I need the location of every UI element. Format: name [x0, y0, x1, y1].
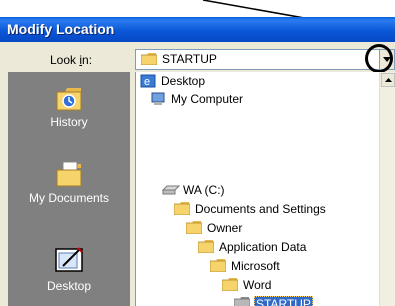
folder-icon — [186, 221, 202, 234]
tree-item-label: My Computer — [171, 92, 244, 106]
modify-location-dialog: Modify Location Look in: STARTUP History — [0, 17, 395, 306]
desktop-icon — [55, 247, 83, 272]
folder-icon — [210, 259, 226, 272]
tree-item-label: Word — [243, 278, 272, 292]
desktop-icon: e — [140, 74, 156, 88]
places-desktop-label: Desktop — [46, 279, 92, 293]
places-history-label: History — [50, 115, 88, 129]
tree-item-label: Application Data — [219, 240, 307, 254]
places-history[interactable]: History — [8, 82, 130, 129]
my-computer-icon — [151, 92, 165, 105]
vertical-scrollbar[interactable] — [379, 72, 395, 306]
tree-item-label: STARTUP — [254, 296, 313, 306]
dialog-title: Modify Location — [7, 21, 115, 37]
tree-item-label: Microsoft — [231, 259, 280, 273]
tree-item-label: WA (C:) — [183, 183, 225, 197]
tree-item-label: Owner — [207, 221, 243, 235]
chevron-up-icon — [385, 78, 392, 82]
places-my-documents-label: My Documents — [28, 191, 110, 205]
folder-icon — [174, 202, 190, 215]
look-in-combo[interactable]: STARTUP — [135, 49, 381, 70]
folder-icon — [141, 53, 157, 65]
title-bar: Modify Location — [0, 17, 395, 42]
svg-text:e: e — [144, 76, 150, 88]
look-in-value: STARTUP — [162, 52, 217, 66]
scroll-up-button[interactable] — [381, 73, 395, 87]
my-documents-icon — [56, 161, 82, 187]
folder-icon — [222, 278, 238, 291]
places-bar: History My Documents Desktop — [8, 72, 130, 306]
places-desktop[interactable]: Desktop — [8, 246, 130, 293]
places-my-documents[interactable]: My Documents — [8, 158, 130, 205]
history-icon — [56, 88, 82, 111]
drive-icon — [162, 185, 180, 195]
folder-tree: e Desktop My Computer WA (C:) Documents … — [135, 72, 380, 306]
annotation-circle — [365, 44, 393, 73]
folder-icon — [198, 240, 214, 253]
look-in-label: Look in: — [50, 53, 93, 67]
folder-open-icon — [234, 297, 250, 306]
tree-item-label: Documents and Settings — [195, 202, 326, 216]
tree-item-label: Desktop — [161, 74, 206, 88]
